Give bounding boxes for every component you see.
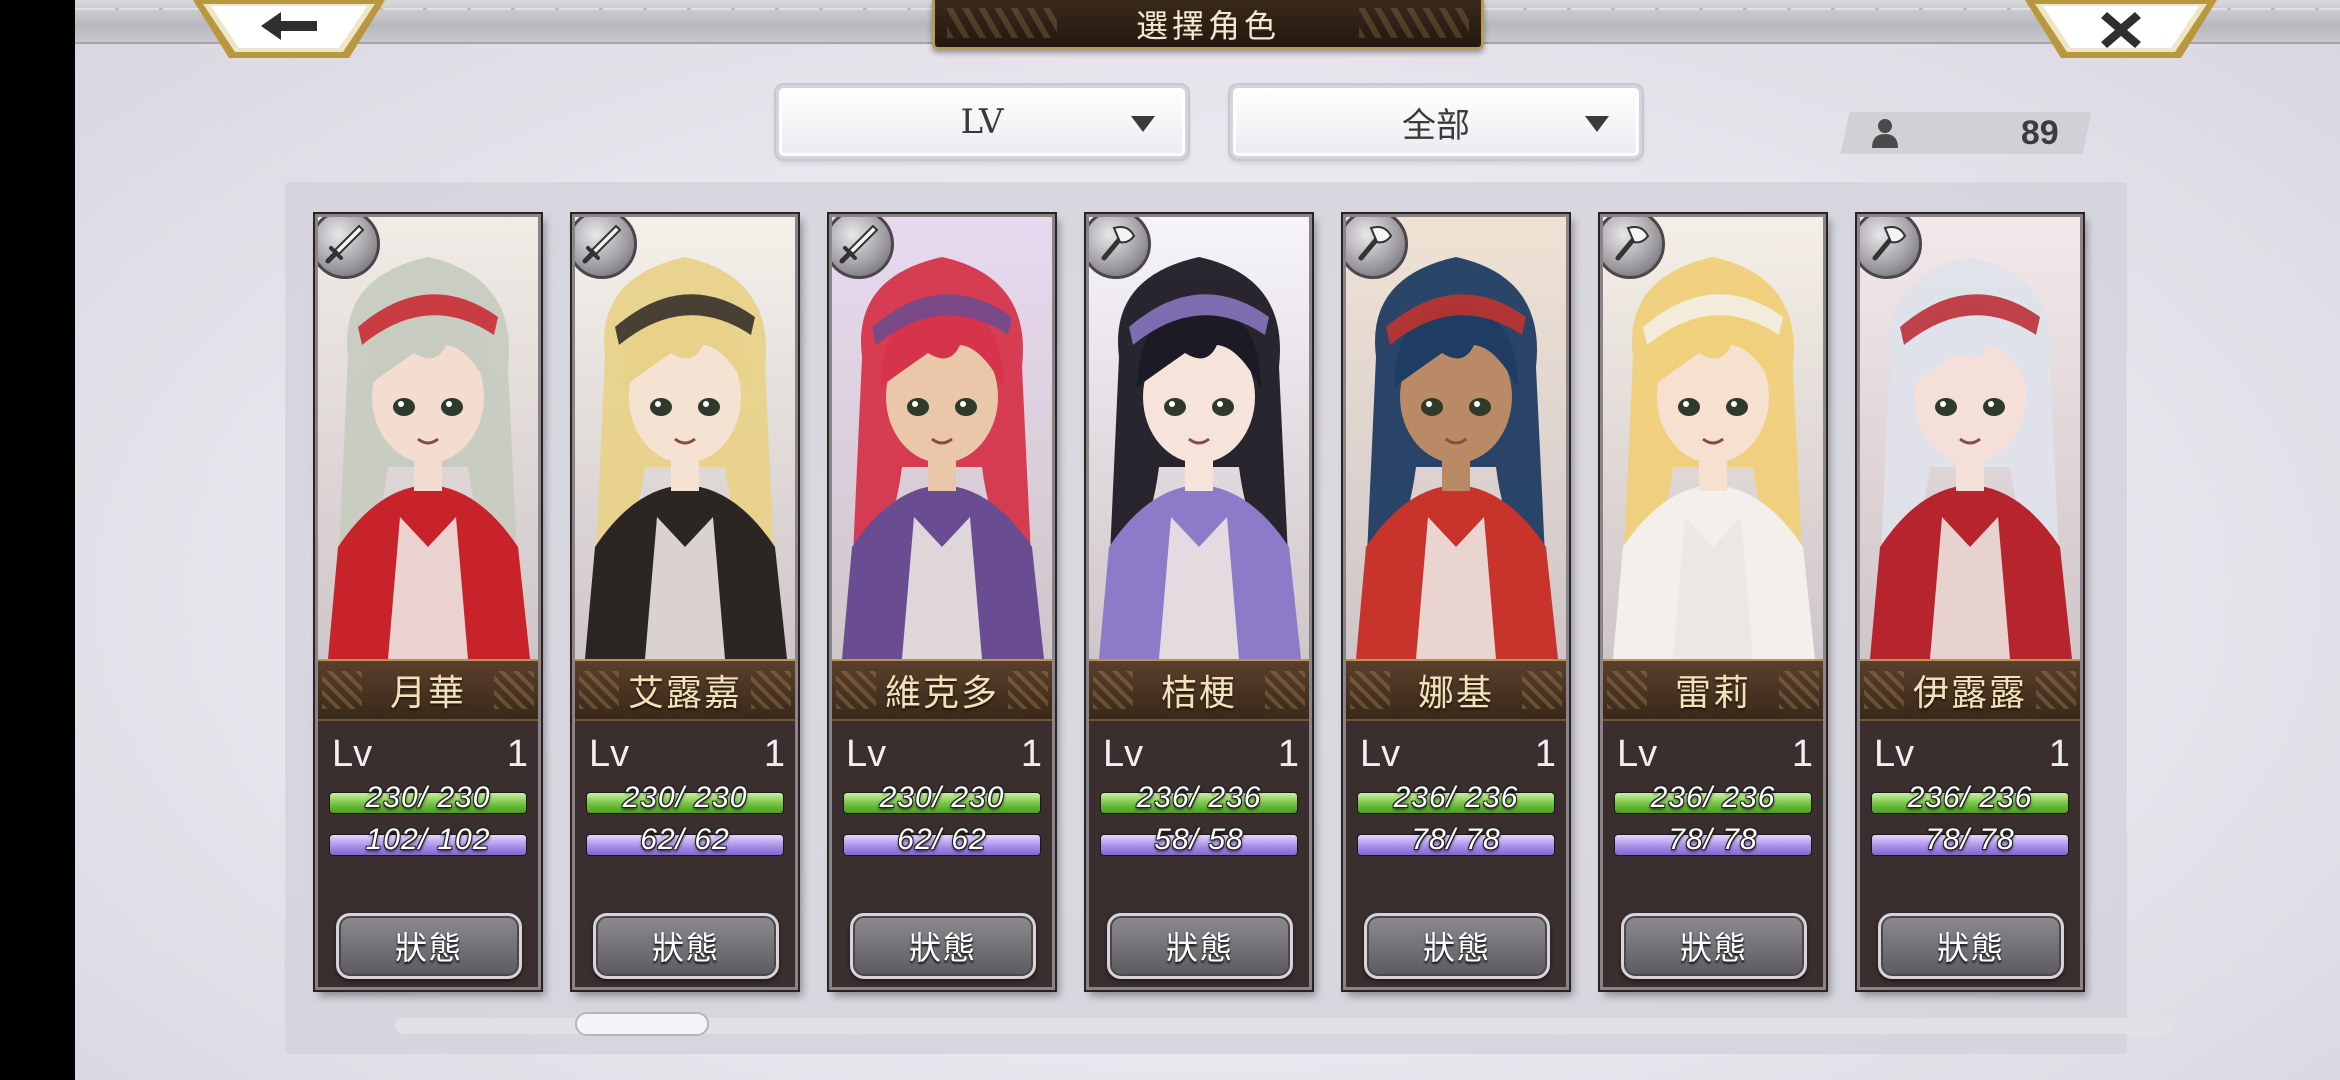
character-stats: Lv 1 230/ 230 102/ 102 狀態 xyxy=(318,721,538,987)
character-stats: Lv 1 236/ 236 78/ 78 狀態 xyxy=(1346,721,1566,987)
character-card-7[interactable]: 伊露露 Lv 1 236/ 236 78/ 78 狀態 xyxy=(1857,214,2083,990)
mp-value: 78/ 78 xyxy=(1411,823,1501,856)
status-button[interactable]: 狀態 xyxy=(1364,913,1550,979)
chevron-down-icon xyxy=(1131,116,1155,132)
character-stats: Lv 1 236/ 236 78/ 78 狀態 xyxy=(1860,721,2080,987)
status-button[interactable]: 狀態 xyxy=(336,913,522,979)
sort-dropdown-label: LV xyxy=(960,102,1004,142)
close-icon xyxy=(2025,0,2217,58)
hp-value: 230/ 230 xyxy=(879,781,1005,814)
character-name: 雷莉 xyxy=(1674,673,1751,714)
character-portrait xyxy=(575,217,795,659)
level-row: Lv 1 xyxy=(1617,733,1813,775)
scrollbar-thumb[interactable] xyxy=(575,1012,709,1036)
character-card-list: 月華 Lv 1 230/ 230 102/ 102 狀態 艾露嘉 Lv 1 23… xyxy=(315,214,2115,990)
level-row: Lv 1 xyxy=(1103,733,1299,775)
character-name: 維克多 xyxy=(884,673,999,714)
character-panel: 月華 Lv 1 230/ 230 102/ 102 狀態 艾露嘉 Lv 1 23… xyxy=(285,182,2127,1054)
character-count-badge: 89 xyxy=(1840,112,2092,154)
page-title: 選擇角色 xyxy=(1135,6,1280,45)
hp-value: 236/ 236 xyxy=(1136,781,1262,814)
level-label: Lv xyxy=(1103,733,1144,775)
filter-dropdown[interactable]: 全部 xyxy=(1230,85,1642,159)
name-plate: 月華 xyxy=(318,659,538,721)
character-portrait xyxy=(832,217,1052,659)
game-screen: 選擇角色 LV 全部 89 月華 Lv 1 230/ 230 102/ 102 … xyxy=(75,0,2340,1080)
character-card-4[interactable]: 桔梗 Lv 1 236/ 236 58/ 58 狀態 xyxy=(1086,214,1312,990)
name-plate: 桔梗 xyxy=(1089,659,1309,721)
sort-dropdown[interactable]: LV xyxy=(776,85,1188,159)
name-plate: 娜基 xyxy=(1346,659,1566,721)
level-label: Lv xyxy=(332,733,373,775)
level-value: 1 xyxy=(2048,733,2070,775)
mp-value: 58/ 58 xyxy=(1154,823,1244,856)
level-label: Lv xyxy=(1360,733,1401,775)
level-row: Lv 1 xyxy=(1360,733,1556,775)
character-stats: Lv 1 230/ 230 62/ 62 狀態 xyxy=(832,721,1052,987)
status-button[interactable]: 狀態 xyxy=(850,913,1036,979)
title-plate: 選擇角色 xyxy=(932,0,1484,50)
status-button[interactable]: 狀態 xyxy=(1878,913,2064,979)
character-card-3[interactable]: 維克多 Lv 1 230/ 230 62/ 62 狀態 xyxy=(829,214,1055,990)
character-card-1[interactable]: 月華 Lv 1 230/ 230 102/ 102 狀態 xyxy=(315,214,541,990)
level-row: Lv 1 xyxy=(332,733,528,775)
character-stats: Lv 1 230/ 230 62/ 62 狀態 xyxy=(575,721,795,987)
character-portrait xyxy=(318,217,538,659)
mp-value: 78/ 78 xyxy=(1668,823,1758,856)
character-name: 娜基 xyxy=(1417,673,1494,714)
name-plate: 艾露嘉 xyxy=(575,659,795,721)
back-button[interactable] xyxy=(189,0,389,62)
character-name: 艾露嘉 xyxy=(627,673,742,714)
character-name: 桔梗 xyxy=(1160,673,1237,714)
character-name: 月華 xyxy=(389,673,466,714)
level-row: Lv 1 xyxy=(589,733,785,775)
status-button[interactable]: 狀態 xyxy=(1107,913,1293,979)
character-portrait xyxy=(1603,217,1823,659)
character-stats: Lv 1 236/ 236 58/ 58 狀態 xyxy=(1089,721,1309,987)
level-value: 1 xyxy=(506,733,528,775)
person-icon xyxy=(1872,119,1898,148)
hp-value: 236/ 236 xyxy=(1393,781,1519,814)
hp-value: 230/ 230 xyxy=(365,781,491,814)
level-value: 1 xyxy=(763,733,785,775)
name-plate: 伊露露 xyxy=(1860,659,2080,721)
level-row: Lv 1 xyxy=(846,733,1042,775)
level-label: Lv xyxy=(589,733,630,775)
arrow-left-icon xyxy=(193,0,385,58)
mp-value: 78/ 78 xyxy=(1925,823,2015,856)
filter-dropdown-label: 全部 xyxy=(1402,105,1470,146)
character-card-5[interactable]: 娜基 Lv 1 236/ 236 78/ 78 狀態 xyxy=(1343,214,1569,990)
level-label: Lv xyxy=(1874,733,1915,775)
character-card-6[interactable]: 雷莉 Lv 1 236/ 236 78/ 78 狀態 xyxy=(1600,214,1826,990)
level-value: 1 xyxy=(1534,733,1556,775)
level-value: 1 xyxy=(1791,733,1813,775)
hp-value: 236/ 236 xyxy=(1907,781,2033,814)
hp-value: 236/ 236 xyxy=(1650,781,1776,814)
character-stats: Lv 1 236/ 236 78/ 78 狀態 xyxy=(1603,721,1823,987)
mp-value: 62/ 62 xyxy=(897,823,987,856)
level-label: Lv xyxy=(1617,733,1658,775)
name-plate: 維克多 xyxy=(832,659,1052,721)
character-portrait xyxy=(1346,217,1566,659)
level-value: 1 xyxy=(1277,733,1299,775)
level-row: Lv 1 xyxy=(1874,733,2070,775)
character-count: 89 xyxy=(2021,114,2059,152)
hp-value: 230/ 230 xyxy=(622,781,748,814)
character-portrait xyxy=(1089,217,1309,659)
status-button[interactable]: 狀態 xyxy=(1621,913,1807,979)
close-button[interactable] xyxy=(2021,0,2221,62)
chevron-down-icon xyxy=(1585,116,1609,132)
character-name: 伊露露 xyxy=(1912,673,2027,714)
level-label: Lv xyxy=(846,733,887,775)
character-portrait xyxy=(1860,217,2080,659)
level-value: 1 xyxy=(1020,733,1042,775)
status-button[interactable]: 狀態 xyxy=(593,913,779,979)
mp-value: 62/ 62 xyxy=(640,823,730,856)
mp-value: 102/ 102 xyxy=(365,823,491,856)
character-card-2[interactable]: 艾露嘉 Lv 1 230/ 230 62/ 62 狀態 xyxy=(572,214,798,990)
name-plate: 雷莉 xyxy=(1603,659,1823,721)
